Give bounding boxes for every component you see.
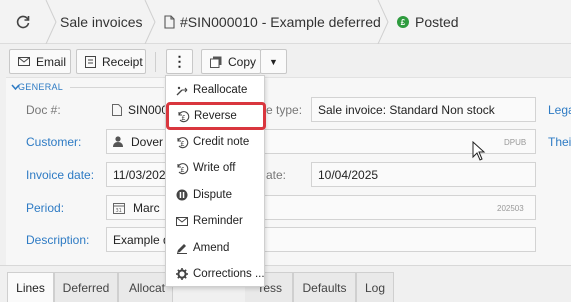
tab-log[interactable]: Log	[356, 272, 394, 302]
receipt-icon	[85, 55, 96, 68]
period-value: Marc	[133, 200, 160, 215]
due-date-field[interactable]: 10/04/2025	[311, 162, 536, 187]
receipt-button[interactable]: Receipt	[76, 49, 146, 74]
reverse-pound-icon: £	[176, 110, 190, 123]
menu-item-reverse[interactable]: £ Reverse	[166, 102, 266, 130]
menu-item-amend[interactable]: Amend	[166, 235, 266, 261]
svg-text:£: £	[180, 166, 184, 174]
credit-note-icon: £	[175, 136, 189, 149]
document-icon	[112, 103, 122, 116]
more-actions-menu: Reallocate £ Reverse £ Credit note £ Wri…	[165, 75, 266, 287]
customer-label[interactable]: Customer:	[26, 135, 81, 149]
doc-number-value: SIN000	[106, 97, 166, 122]
document-title: #SIN000010 - Example deferred	[180, 14, 381, 30]
menu-item-reallocate[interactable]: Reallocate	[166, 77, 266, 103]
pause-icon	[175, 189, 189, 201]
svg-text:31: 31	[116, 208, 122, 214]
breadcrumb: Sale invoices #SIN000010 - Example defer…	[0, 0, 571, 44]
write-off-icon: £	[175, 162, 189, 175]
calendar-icon: 31	[113, 202, 125, 214]
copy-dropdown-button[interactable]: ▼	[260, 49, 287, 74]
description-label[interactable]: Description:	[26, 233, 89, 247]
tab-bar: Lines Deferred Allocat ress Defaults Log	[0, 265, 571, 302]
invoice-date-field[interactable]: 11/03/202	[106, 162, 168, 187]
customer-code-hint: DPUB	[504, 138, 527, 147]
tab-lines[interactable]: Lines	[7, 272, 54, 302]
pencil-icon	[175, 242, 189, 254]
legal-link[interactable]: Lega	[548, 103, 571, 117]
copy-label: Copy	[228, 54, 257, 69]
menu-item-credit-note[interactable]: £ Credit note	[166, 129, 266, 155]
menu-item-write-off[interactable]: £ Write off	[166, 155, 266, 181]
email-label: Email	[36, 54, 67, 69]
breadcrumb-separator	[144, 0, 156, 44]
breadcrumb-section[interactable]: Sale invoices	[60, 0, 143, 44]
breadcrumb-separator	[45, 0, 57, 44]
invoice-date-label[interactable]: Invoice date:	[26, 168, 94, 182]
breadcrumb-document[interactable]: #SIN000010 - Example deferred	[164, 0, 381, 44]
more-actions-button[interactable]: ⋮	[166, 49, 193, 74]
person-icon	[113, 136, 123, 147]
gear-icon	[175, 268, 189, 280]
menu-item-reminder[interactable]: Reminder	[166, 208, 266, 234]
refresh-icon[interactable]	[12, 11, 34, 33]
reallocate-icon	[175, 84, 189, 96]
document-icon	[164, 15, 175, 29]
envelope-icon	[175, 216, 189, 226]
type-field[interactable]: Sale invoice: Standard Non stock	[311, 97, 536, 122]
svg-text:£: £	[180, 140, 184, 148]
copy-icon	[210, 56, 222, 68]
svg-text:£: £	[181, 114, 185, 122]
tab-deferred[interactable]: Deferred	[54, 272, 118, 302]
customer-value: Dover	[131, 134, 164, 149]
section-divider	[70, 87, 164, 88]
menu-item-corrections[interactable]: Corrections ...	[166, 261, 266, 287]
period-label[interactable]: Period:	[26, 201, 64, 215]
copy-button[interactable]: Copy	[201, 49, 261, 74]
their-link[interactable]: Thei	[548, 135, 571, 149]
status-label: Posted	[415, 14, 459, 30]
doc-number-label: Doc #:	[26, 103, 61, 117]
mouse-cursor-icon	[472, 141, 486, 161]
menu-item-dispute[interactable]: Dispute	[166, 182, 266, 208]
breadcrumb-separator	[377, 0, 389, 44]
due-date-label: ate:	[266, 168, 287, 182]
posted-icon: £	[397, 16, 409, 28]
tab-defaults[interactable]: Defaults	[293, 272, 356, 302]
toolbar: Email Receipt ⋮ Copy ▼	[0, 44, 571, 77]
status-badge: £ Posted	[397, 0, 459, 44]
period-code-hint: 202503	[497, 204, 524, 213]
type-label: e type:	[266, 103, 303, 117]
envelope-icon	[18, 57, 30, 66]
receipt-label: Receipt	[102, 54, 143, 69]
section-title: GENERAL	[18, 82, 64, 92]
email-button[interactable]: Email	[9, 49, 71, 74]
toolbar-divider	[155, 52, 156, 72]
